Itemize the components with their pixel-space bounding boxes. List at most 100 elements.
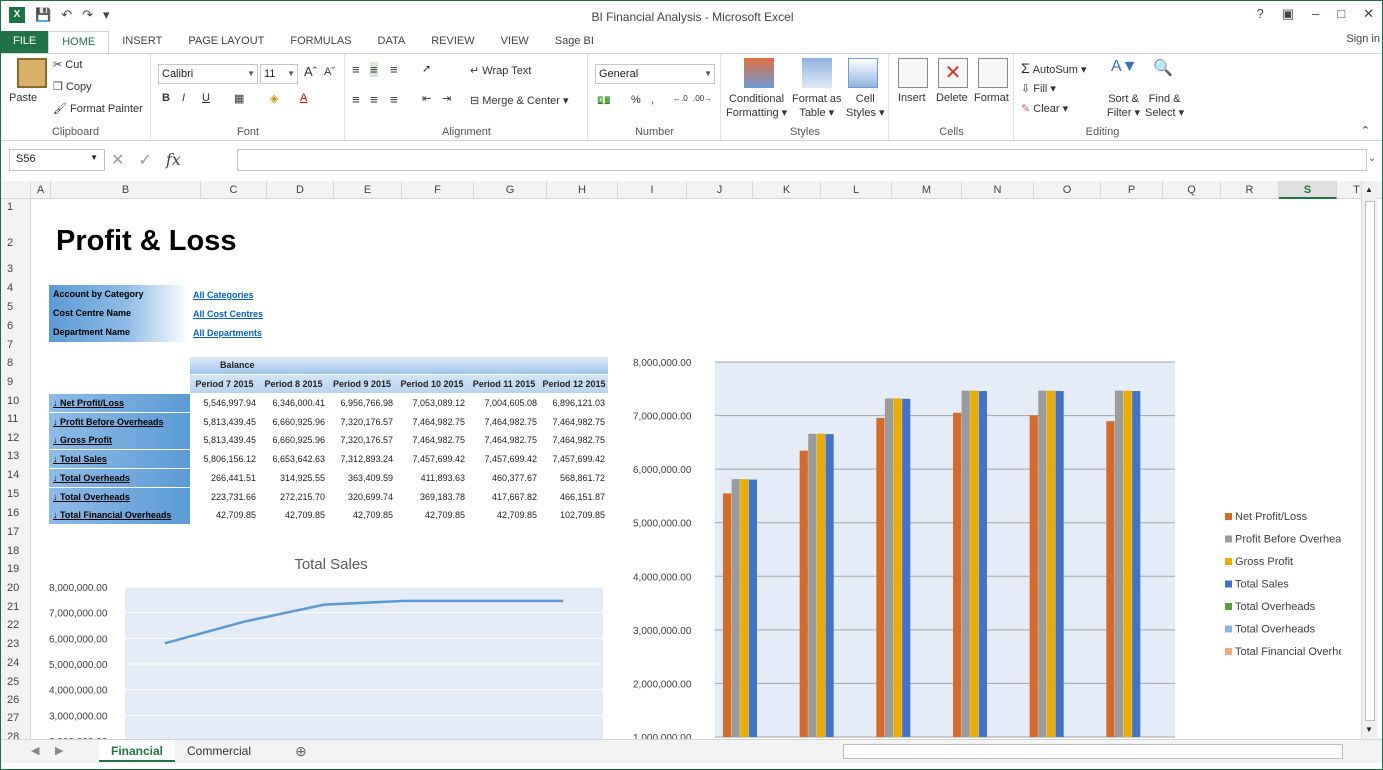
sort-filter-icon[interactable]: A▼ (1111, 58, 1138, 76)
format-cells-icon[interactable] (978, 58, 1008, 88)
align-center-icon[interactable]: ≡ (370, 92, 378, 107)
wrap-text-button[interactable]: Wrap Text (482, 65, 531, 77)
decrease-decimal-icon[interactable]: .00→ (693, 94, 712, 103)
bold-icon[interactable]: B (162, 92, 170, 104)
row-header[interactable]: 17 (1, 526, 31, 538)
fill-button[interactable]: Fill (1033, 83, 1047, 95)
minimize-button[interactable]: – (1312, 6, 1319, 22)
column-header[interactable]: L (821, 181, 892, 199)
delete-cells-icon[interactable]: ✕ (938, 58, 968, 88)
row-header[interactable]: 4 (1, 282, 31, 294)
ribbon-display-options-icon[interactable]: ▣ (1282, 6, 1294, 22)
column-header[interactable]: J (687, 181, 753, 199)
column-header[interactable]: S (1279, 181, 1337, 199)
column-header[interactable]: G (474, 181, 547, 199)
column-header[interactable]: K (753, 181, 821, 199)
align-bottom-icon[interactable]: ≡ (390, 62, 398, 77)
close-button[interactable]: ✕ (1363, 6, 1374, 22)
row-label-link[interactable]: ↓ Total Sales (49, 450, 190, 469)
delete-button[interactable]: Delete (936, 92, 968, 104)
fill-color-icon[interactable]: ◈ (270, 92, 278, 105)
row-header[interactable]: 25 (1, 676, 31, 688)
conditional-formatting-button[interactable]: Conditional Formatting ▾ (726, 92, 787, 120)
number-format-combo[interactable]: General ▼ (595, 64, 715, 84)
column-header[interactable]: Q (1163, 181, 1221, 199)
row-header[interactable]: 16 (1, 507, 31, 519)
new-sheet-button[interactable]: ⊕ (283, 740, 319, 762)
row-header[interactable]: 7 (1, 339, 31, 351)
autosum-button[interactable]: AutoSum (1033, 64, 1078, 76)
row-header[interactable]: 23 (1, 638, 31, 650)
underline-icon[interactable]: U (202, 92, 210, 104)
format-as-table-icon[interactable] (802, 58, 832, 88)
font-color-icon[interactable]: A (300, 92, 307, 104)
column-header[interactable]: O (1034, 181, 1101, 199)
cell-styles-icon[interactable] (848, 58, 878, 88)
insert-button[interactable]: Insert (898, 92, 926, 104)
scroll-thumb[interactable] (1365, 201, 1375, 721)
row-header[interactable]: 11 (1, 413, 31, 425)
sheet-tab-financial[interactable]: Financial (99, 740, 176, 762)
column-header[interactable]: F (402, 181, 474, 199)
column-header[interactable]: R (1221, 181, 1279, 199)
sign-in-link[interactable]: Sign in (1346, 33, 1380, 45)
column-header[interactable]: E (334, 181, 402, 199)
column-header[interactable]: C (201, 181, 267, 199)
row-label-link[interactable]: ↓ Total Financial Overheads (49, 506, 190, 525)
filter-value-link[interactable]: All Categories (193, 290, 254, 300)
vertical-scrollbar[interactable]: ▲ ▼ (1361, 181, 1377, 739)
row-label-link[interactable]: ↓ Net Profit/Loss (49, 394, 190, 412)
tab-formulas[interactable]: FORMULAS (277, 31, 364, 53)
filter-value-link[interactable]: All Cost Centres (193, 309, 263, 319)
row-header[interactable]: 14 (1, 469, 31, 481)
row-header[interactable]: 21 (1, 601, 31, 613)
row-header[interactable]: 24 (1, 657, 31, 669)
collapse-ribbon-icon[interactable]: ⌃ (1361, 124, 1370, 137)
cut-button[interactable]: Cut (65, 59, 82, 71)
font-name-combo[interactable]: Calibri ▼ (158, 64, 258, 84)
total-sales-chart[interactable]: Total Sales 8,000,000.00 7,000,000.00 6,000… (41, 551, 611, 739)
tab-review[interactable]: REVIEW (418, 31, 487, 53)
find-select-button[interactable]: Find & Select ▾ (1145, 92, 1184, 120)
align-left-icon[interactable]: ≡ (352, 92, 360, 107)
font-size-combo[interactable]: 11 ▼ (260, 64, 298, 84)
scroll-down-icon[interactable]: ▼ (1365, 725, 1373, 734)
row-header[interactable]: 18 (1, 545, 31, 557)
column-header[interactable]: N (962, 181, 1034, 199)
pl-column-chart[interactable]: 8,000,000.00 7,000,000.00 6,000,000.00 5,00… (621, 347, 1341, 739)
merge-center-button[interactable]: Merge & Center (482, 95, 560, 107)
merge-center-icon[interactable]: ⊟ (470, 95, 479, 107)
tab-sage-bi[interactable]: Sage BI (542, 31, 607, 53)
tab-file[interactable]: FILE (1, 31, 49, 53)
italic-icon[interactable]: I (182, 92, 185, 104)
accounting-format-icon[interactable]: 💵 (597, 94, 611, 107)
paste-icon[interactable] (17, 58, 47, 88)
tab-page-layout[interactable]: PAGE LAYOUT (175, 31, 277, 53)
format-painter-icon[interactable]: 🖌 (53, 103, 67, 115)
copy-button[interactable]: Copy (66, 81, 92, 93)
percent-style-icon[interactable]: % (631, 94, 641, 106)
help-button[interactable]: ? (1256, 6, 1263, 22)
grow-font-icon[interactable]: Aˆ (304, 64, 317, 79)
row-label-link[interactable]: ↓ Profit Before Overheads (49, 412, 190, 431)
horizontal-scrollbar[interactable] (843, 744, 1343, 759)
sheet-tab-commercial[interactable]: Commercial (175, 740, 263, 762)
row-header[interactable]: 20 (1, 582, 31, 594)
conditional-formatting-icon[interactable] (744, 58, 774, 88)
sort-filter-button[interactable]: Sort & Filter ▾ (1107, 92, 1140, 120)
cut-icon[interactable]: ✂ (53, 59, 62, 71)
row-header[interactable]: 22 (1, 619, 31, 631)
find-select-icon[interactable]: 🔍 (1153, 58, 1173, 78)
row-header[interactable]: 8 (1, 357, 31, 369)
row-header[interactable]: 12 (1, 432, 31, 444)
format-as-table-button[interactable]: Format as Table ▾ (792, 92, 842, 120)
filter-value-link[interactable]: All Departments (193, 328, 262, 338)
next-sheet-icon[interactable]: ▶ (55, 744, 63, 757)
column-header[interactable]: D (267, 181, 334, 199)
shrink-font-icon[interactable]: Aˇ (324, 66, 335, 78)
row-header[interactable]: 1 (1, 201, 31, 213)
column-header[interactable]: A (31, 181, 51, 199)
wrap-text-icon[interactable]: ↵ (470, 65, 479, 77)
worksheet[interactable]: Profit & Loss Account by Category All Ca… (31, 199, 1358, 739)
cancel-icon[interactable]: ✕ (111, 150, 124, 170)
